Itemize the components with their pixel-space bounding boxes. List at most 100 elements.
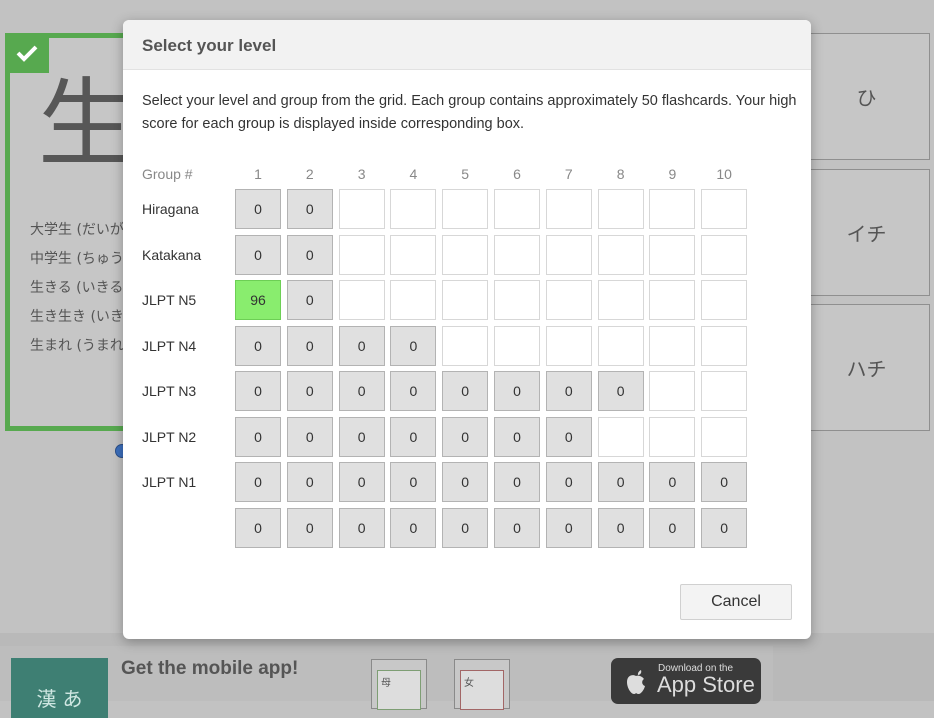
group-cell[interactable]: 0 [338,416,385,457]
group-cell[interactable]: 0 [545,371,592,411]
group-cell [442,189,489,229]
row-label: Katakana [142,246,202,263]
dialog-title: Select your level [142,36,277,55]
group-cell [649,325,696,366]
group-cell [390,189,437,229]
group-cell[interactable]: 0 [286,280,333,320]
group-cell [701,325,748,366]
row-label: JLPT N1 [142,474,197,490]
group-cell[interactable]: 0 [390,507,437,548]
group-cell[interactable]: 0 [701,462,748,502]
group-cell [494,280,540,320]
group-cell[interactable]: 0 [390,325,437,366]
group-cell[interactable]: 0 [649,507,696,548]
row-label: JLPT N2 [142,428,197,445]
group-cell [597,234,644,275]
group-cell[interactable]: 0 [545,507,592,548]
group-cell[interactable]: 0 [390,371,437,411]
group-cell [649,189,696,229]
group-cell [494,325,540,366]
group-cell [649,416,696,457]
column-header: 2 [305,166,314,182]
group-cell[interactable]: 0 [286,371,333,411]
group-cell[interactable]: 0 [442,462,489,502]
row-label: JLPT N3 [142,383,197,399]
group-cell[interactable]: 0 [235,416,281,457]
dialog-header: Select your level [123,20,811,70]
group-cell [494,189,540,229]
cancel-button[interactable]: Cancel [680,584,792,620]
group-cell[interactable]: 96 [235,280,281,320]
group-cell [338,234,385,275]
group-cell[interactable]: 0 [494,416,540,457]
group-cell [545,325,592,366]
column-header: 3 [357,166,366,182]
group-cell[interactable]: 0 [286,189,333,229]
group-cell[interactable]: 0 [338,325,385,366]
group-cell [494,234,540,275]
group-cell [545,189,592,229]
group-cell[interactable]: 0 [286,507,333,548]
group-cell[interactable]: 0 [545,462,592,502]
group-cell[interactable]: 0 [235,371,281,411]
group-cell[interactable]: 0 [442,416,489,457]
group-cell[interactable]: 0 [597,462,644,502]
group-cell [338,280,385,320]
group-cell [442,234,489,275]
level-select-dialog: Select your level Select your level and … [123,20,811,639]
group-cell [701,371,748,411]
group-cell[interactable]: 0 [286,462,333,502]
group-cell[interactable]: 0 [494,507,540,548]
group-cell[interactable]: 0 [390,462,437,502]
group-cell [649,280,696,320]
group-cell [597,189,644,229]
row-label: JLPT N5 [142,292,197,308]
row-label: JLPT N4 [142,337,197,354]
group-cell[interactable]: 0 [597,371,644,411]
group-cell [442,325,489,366]
group-number-label: Group # [142,166,193,182]
group-cell[interactable]: 0 [235,234,281,275]
group-cell[interactable]: 0 [338,371,385,411]
group-cell[interactable]: 0 [494,462,540,502]
group-cell[interactable]: 0 [494,371,540,411]
column-header: 9 [668,166,677,182]
group-cell[interactable]: 0 [338,462,385,502]
group-cell [390,280,437,320]
column-header: 5 [461,166,470,182]
group-cell[interactable]: 0 [235,189,281,229]
column-header: 6 [513,166,521,182]
group-cell [545,234,592,275]
group-cell [597,416,644,457]
group-cell[interactable]: 0 [286,234,333,275]
group-cell[interactable]: 0 [701,507,748,548]
dialog-description: Select your level and group from the gri… [142,93,797,132]
group-cell[interactable]: 0 [286,325,333,366]
group-cell [649,234,696,275]
column-header: 10 [716,166,732,182]
column-header: 8 [616,166,625,182]
group-cell [701,416,748,457]
column-header: 7 [564,166,573,182]
group-cell[interactable]: 0 [235,325,281,366]
group-cell[interactable]: 0 [390,416,437,457]
group-cell[interactable]: 0 [442,371,489,411]
group-cell [442,280,489,320]
group-cell [545,280,592,320]
group-cell [701,234,748,275]
group-cell[interactable]: 0 [597,507,644,548]
column-header: 4 [409,166,418,182]
group-cell [649,371,696,411]
group-cell[interactable]: 0 [545,416,592,457]
group-cell[interactable]: 0 [235,507,281,548]
group-cell[interactable]: 0 [649,462,696,502]
group-cell[interactable]: 0 [286,416,333,457]
column-header: 1 [254,166,262,182]
group-cell [390,234,437,275]
group-cell [338,189,385,229]
row-label: Hiragana [142,201,199,217]
group-cell[interactable]: 0 [235,462,281,502]
group-cell [701,189,748,229]
group-cell[interactable]: 0 [338,507,385,548]
group-cell[interactable]: 0 [442,507,489,548]
